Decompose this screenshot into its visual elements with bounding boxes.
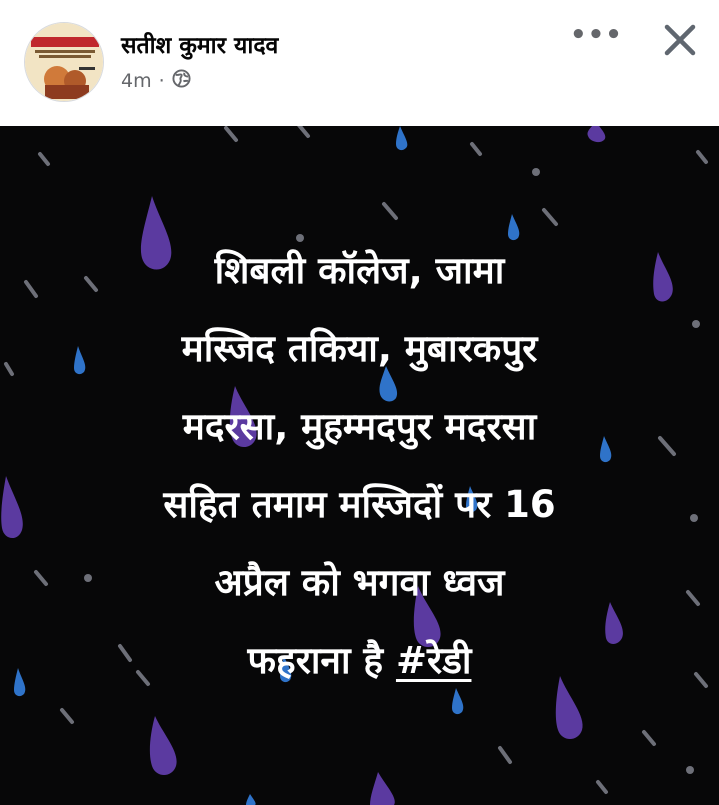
meta-separator: ·: [158, 70, 165, 92]
image-text-line: सहित तमाम मस्जिदों पर 16: [163, 483, 556, 526]
post-image-text: शिबली कॉलेज, जामा मस्जिद तकिया, मुबारकपु…: [30, 232, 689, 700]
globe-icon[interactable]: [172, 69, 191, 93]
more-options-icon[interactable]: •••: [570, 22, 622, 50]
post-timestamp[interactable]: 4m: [121, 70, 152, 92]
post-image[interactable]: शिबली कॉलेज, जामा मस्जिद तकिया, मुबारकपु…: [0, 126, 719, 805]
author-name[interactable]: सतीश कुमार यादव: [121, 28, 278, 60]
avatar-image: [25, 23, 103, 101]
post-header: सतीश कुमार यादव 4m · •••: [0, 0, 719, 126]
image-text-line: शिबली कॉलेज, जामा: [214, 249, 505, 292]
image-text-line: मस्जिद तकिया, मुबारकपुर: [181, 327, 538, 370]
hashtag-link[interactable]: #रेडी: [396, 639, 472, 682]
image-text-line: मदरसा, मुहम्मदपुर मदरसा: [182, 405, 537, 448]
image-text-last-line: फहराना है #रेडी: [30, 622, 689, 700]
image-text-line: अप्रैल को भगवा ध्वज: [214, 561, 505, 604]
close-icon[interactable]: [660, 20, 700, 60]
author-avatar[interactable]: [24, 22, 104, 102]
post-meta: 4m ·: [121, 69, 191, 93]
image-text-line: फहराना है: [247, 639, 384, 682]
